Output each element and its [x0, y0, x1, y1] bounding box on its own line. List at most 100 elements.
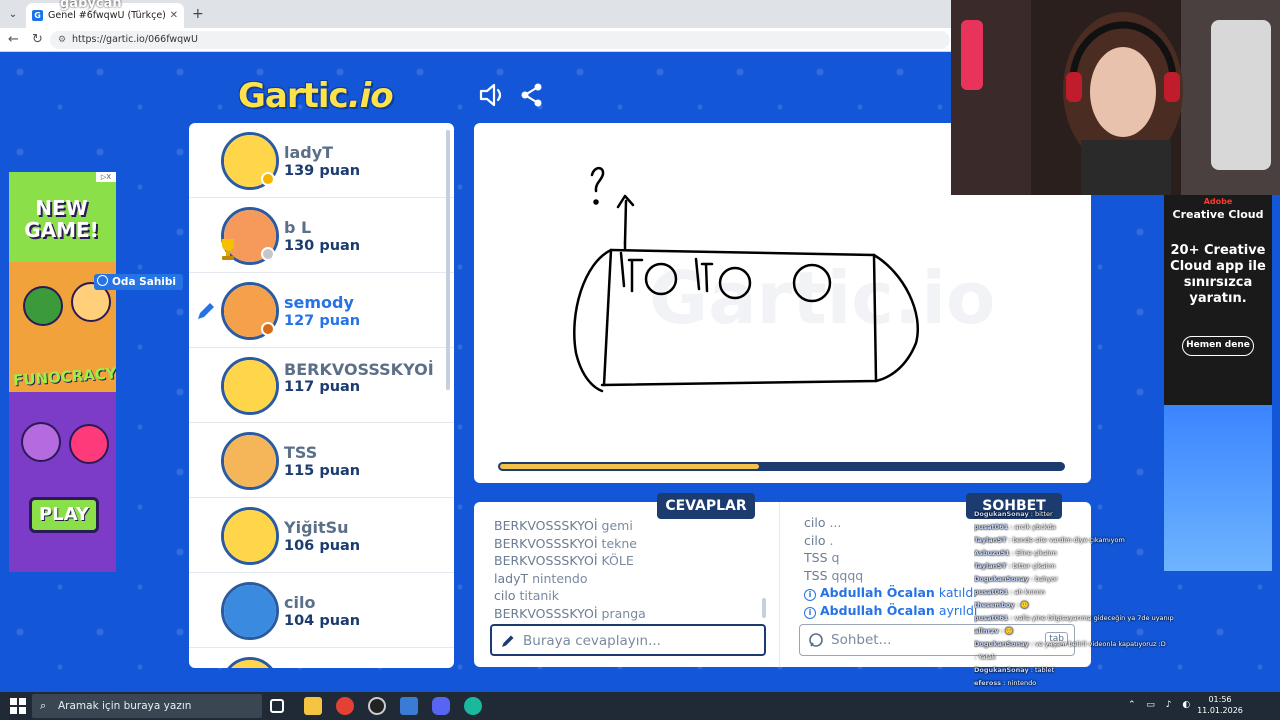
avatar [221, 507, 279, 565]
chrome-icon[interactable] [336, 697, 354, 715]
stream-chat-item: thesemboy : 🙂 [974, 601, 1029, 609]
player-points: 127 puan [284, 313, 361, 329]
avatar [221, 357, 279, 415]
round-timer-bar [498, 462, 1065, 471]
url-text: https://gartic.io/066fwqwU [72, 34, 198, 45]
new-tab-button[interactable]: + [192, 6, 204, 22]
taskbar-search[interactable]: ⌕ Aramak için buraya yazın [32, 694, 262, 718]
player-row[interactable]: TSS 115 puan [189, 423, 454, 498]
share-icon[interactable] [520, 82, 544, 108]
answers-scrollbar[interactable] [762, 598, 766, 618]
clock-date: 11.01.2026 [1197, 706, 1243, 715]
ad-play-button[interactable]: PLAY [29, 497, 99, 533]
player-points: 117 puan [284, 379, 361, 395]
ad-headline: NEW GAME! [24, 196, 99, 242]
player-row[interactable]: semody 127 puan [189, 273, 454, 348]
answer-placeholder: Buraya cevaplayın... [523, 633, 661, 649]
answer-item: ladyT nintendo [494, 570, 588, 586]
speaker-icon[interactable] [478, 82, 506, 108]
avatar-face [224, 510, 276, 562]
task-view-icon[interactable] [270, 699, 284, 713]
clock-time: 01:56 [1208, 695, 1232, 704]
stream-chat-item: pusat061 : arcik ybckda [974, 523, 1056, 531]
stream-chat-overlay: DogukanSonay : bitter pusat061 : arcik y… [974, 508, 1174, 693]
player-name: ladyT [284, 143, 334, 162]
player-points: 104 puan [284, 613, 361, 629]
player-name: semody [284, 293, 354, 312]
webcam-image [951, 0, 1280, 195]
angry-emoji-icon [69, 424, 109, 464]
round-timer-fill [500, 464, 759, 469]
taskbar-search-placeholder: Aramak için buraya yazın [58, 700, 192, 712]
ad-artwork [1164, 405, 1272, 571]
stream-chat-item: : Yatak [974, 653, 996, 661]
discord-icon[interactable] [432, 697, 450, 715]
advertisement-right[interactable]: Adobe Creative Cloud 20+ Creative Cloud … [1164, 195, 1272, 571]
obs-icon[interactable] [368, 697, 386, 715]
player-list-scrollbar[interactable] [446, 130, 450, 390]
player-points: 106 puan [284, 538, 361, 554]
edge-icon[interactable] [464, 697, 482, 715]
stream-chat-item: Asbuzu51 : Eline çikalım [974, 549, 1057, 557]
player-name: TSS [284, 443, 318, 462]
answer-item: BERKVOSSSKYOİ KÖLE [494, 553, 634, 568]
rank-badge-icon [261, 247, 275, 261]
rank-badge-icon [261, 322, 275, 336]
stream-chat-item: TaylanST : bitter çikalım [974, 562, 1056, 570]
back-button[interactable]: ← [8, 32, 19, 48]
answer-item: BERKVOSSSKYOİ gemi [494, 518, 633, 533]
system-tray-icons[interactable]: ⌃ ▭ ♪ ◐ [1128, 700, 1194, 710]
app-icon[interactable] [400, 697, 418, 715]
answer-item: BERKVOSSSKYOİ tekne [494, 535, 637, 551]
windows-taskbar: ⌕ Aramak için buraya yazın ⌃ ▭ ♪ ◐ 01:56… [0, 692, 1280, 720]
room-owner-badge: Oda Sahibi [94, 274, 184, 290]
player-name: b L [284, 218, 312, 237]
tab-title: Genel #6fwqwU (Türkçe) - Gartic.i [48, 10, 165, 21]
answer-item: cilo titanik [494, 588, 560, 603]
drawing-pencil-icon [198, 303, 214, 319]
gartic-logo: Gartic.io [238, 76, 394, 116]
info-icon: i [804, 589, 816, 601]
stream-chat-item: DogukanSonay : bitter [974, 510, 1053, 518]
streamer-webcam [951, 0, 1280, 195]
player-name: cilo [284, 593, 316, 612]
thumbs-up-icon [23, 286, 63, 326]
taskbar-clock[interactable]: 01:56 11.01.2026 [1190, 694, 1250, 716]
site-info-icon[interactable]: ⚙ [58, 31, 66, 49]
advertisement-left[interactable]: NEW GAME! FUNOCRACY PLAY [9, 172, 116, 572]
avatar [221, 657, 279, 668]
stream-overlay-username: gabycan [60, 0, 122, 11]
avatar-face [224, 660, 276, 668]
player-name: YiğitSu [284, 518, 349, 537]
url-field[interactable]: ⚙ https://gartic.io/066fwqwU [50, 31, 950, 49]
character-face-icon [21, 422, 61, 462]
answer-input[interactable]: Buraya cevaplayın... [490, 624, 766, 656]
player-row[interactable]: YiğitSu 106 puan [189, 498, 454, 573]
stream-chat-item: TaylanST : bende site vardim diye çıkamı… [974, 536, 1125, 544]
avatar-face [224, 360, 276, 412]
player-row[interactable]: cilo 104 puan [189, 573, 454, 648]
stream-chat-item: efeross : nintendo [974, 679, 1037, 687]
player-name: BERKVOSSSKYOİ [284, 360, 434, 379]
tab-list-button[interactable]: ⌄ [4, 6, 22, 24]
player-row[interactable] [189, 648, 454, 668]
reload-button[interactable]: ↻ [32, 32, 43, 48]
player-points: 130 puan [284, 238, 361, 254]
close-tab-icon[interactable]: ✕ [170, 10, 178, 21]
player-points: 115 puan [284, 463, 361, 479]
avatar-face [224, 435, 276, 487]
player-row[interactable]: BERKVOSSSKYOİ 117 puan [189, 348, 454, 423]
windows-start-icon[interactable] [10, 698, 26, 714]
stream-chat-item: pusat061 : valla yine bilgisayarıma gide… [974, 614, 1174, 622]
stream-chat-item: DogukanSonay : ve yaşam belirli videonla… [974, 640, 1166, 648]
player-row[interactable]: ladyT 139 puan [189, 123, 454, 198]
chat-placeholder: Sohbet... [831, 632, 892, 648]
player-points: 139 puan [284, 163, 361, 179]
stream-chat-item: allnrzv : 🙂 [974, 627, 1014, 635]
ad-choices-icon[interactable]: ▷X [96, 172, 116, 182]
file-explorer-icon[interactable] [304, 697, 322, 715]
answers-list: BERKVOSSSKYOİ gemi BERKVOSSSKYOİ tekne B… [494, 517, 764, 622]
trophy-icon [222, 239, 234, 260]
stream-chat-item: DogukanSonay : bahyor [974, 575, 1058, 583]
ad-cta-button[interactable]: Hemen dene [1182, 336, 1254, 356]
